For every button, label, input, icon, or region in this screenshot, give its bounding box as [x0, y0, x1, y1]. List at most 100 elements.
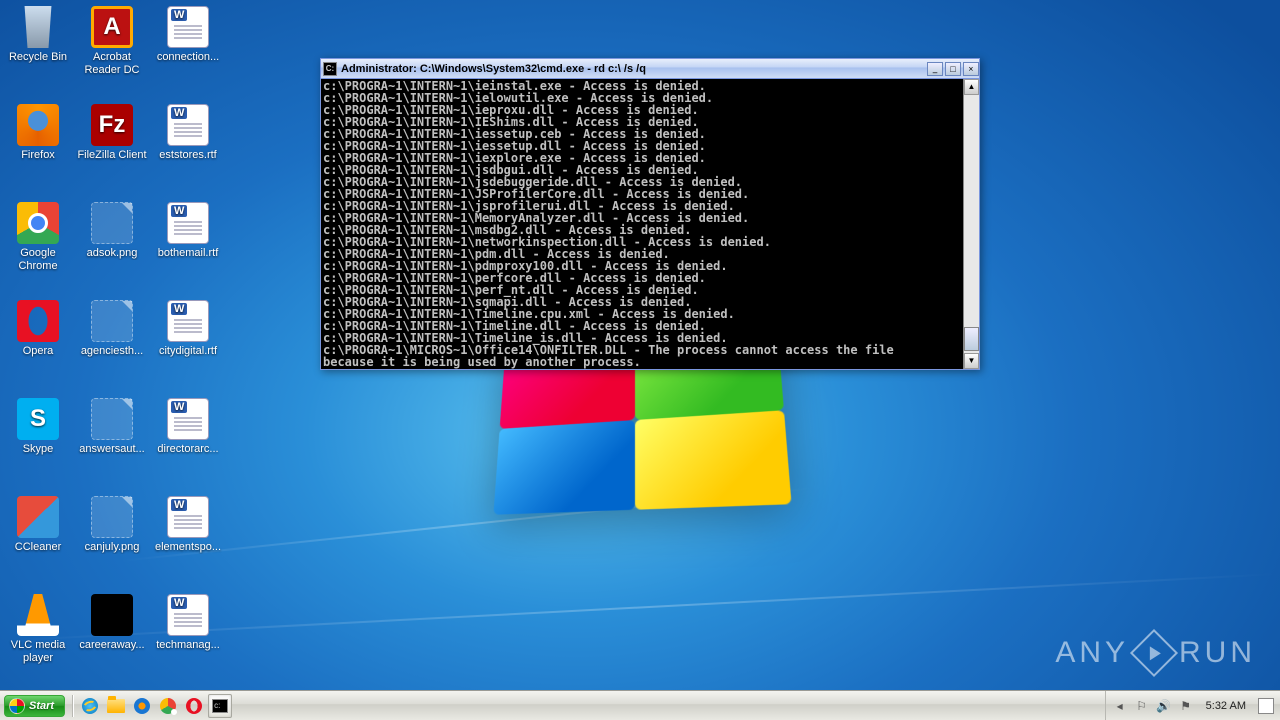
chrome-icon — [17, 202, 59, 244]
folder-icon — [107, 699, 125, 713]
desktop-icon-label: canjuly.png — [76, 541, 148, 554]
windows-orb-icon — [9, 698, 25, 714]
adsok-icon — [91, 202, 133, 244]
start-button[interactable]: Start — [4, 695, 65, 717]
desktop-icon-label: Skype — [2, 443, 74, 456]
desktop-icon-elementspo[interactable]: elementspo... — [152, 496, 224, 554]
desktop-icon-agenciesth[interactable]: agenciesth... — [76, 300, 148, 358]
wmp-icon — [134, 698, 150, 714]
opera-icon — [17, 300, 59, 342]
desktop-icon-label: Opera — [2, 345, 74, 358]
taskbar-wmp[interactable] — [130, 694, 154, 718]
scroll-up-button[interactable]: ▲ — [964, 79, 979, 95]
desktop-icon-connection[interactable]: connection... — [152, 6, 224, 64]
start-label: Start — [29, 700, 54, 712]
desktop-icon-label: Acrobat Reader DC — [76, 51, 148, 77]
elementspo-icon — [167, 496, 209, 538]
cmd-scrollbar[interactable]: ▲ ▼ — [963, 79, 979, 369]
tray-action-center-icon[interactable]: ⚐ — [1134, 698, 1150, 714]
desktop-icon-label: connection... — [152, 51, 224, 64]
cmd-title-icon: C: — [323, 62, 337, 76]
desktop-icon-citydigital[interactable]: citydigital.rtf — [152, 300, 224, 358]
agenciesth-icon — [91, 300, 133, 342]
desktop-icon-label: VLC media player — [2, 639, 74, 665]
techmanag-icon — [167, 594, 209, 636]
show-desktop-button[interactable] — [1258, 698, 1274, 714]
minimize-button[interactable]: _ — [927, 62, 943, 76]
acrobat-icon: A — [91, 6, 133, 48]
maximize-button[interactable]: □ — [945, 62, 961, 76]
connection-icon — [167, 6, 209, 48]
desktop-icon-label: Google Chrome — [2, 247, 74, 273]
desktop-icon-filezilla[interactable]: Fz FileZilla Client — [76, 104, 148, 162]
careeraway-icon — [91, 594, 133, 636]
desktop-icon-acrobat[interactable]: A Acrobat Reader DC — [76, 6, 148, 77]
tray-network-icon[interactable]: ⚑ — [1178, 698, 1194, 714]
desktop-icon-label: bothemail.rtf — [152, 247, 224, 260]
taskbar[interactable]: Start c: ◂ ⚐ 🔊 ⚑ 5:32 AM — [0, 690, 1280, 720]
scroll-thumb[interactable] — [964, 327, 979, 351]
desktop-icon-label: directorarc... — [152, 443, 224, 456]
desktop-icon-opera[interactable]: Opera — [2, 300, 74, 358]
taskbar-explorer[interactable] — [104, 694, 128, 718]
taskbar-chrome[interactable] — [156, 694, 180, 718]
desktop-icon-chrome[interactable]: Google Chrome — [2, 202, 74, 273]
desktop-icon-label: FileZilla Client — [76, 149, 148, 162]
desktop-icon-ccleaner[interactable]: CCleaner — [2, 496, 74, 554]
desktop-icon-label: agenciesth... — [76, 345, 148, 358]
close-button[interactable]: × — [963, 62, 979, 76]
desktop-icon-firefox[interactable]: Firefox — [2, 104, 74, 162]
taskbar-clock[interactable]: 5:32 AM — [1200, 700, 1252, 712]
desktop-icon-recycle-bin[interactable]: Recycle Bin — [2, 6, 74, 64]
directorarc-icon — [167, 398, 209, 440]
desktop-icon-bothemail[interactable]: bothemail.rtf — [152, 202, 224, 260]
desktop-icon-eststores[interactable]: eststores.rtf — [152, 104, 224, 162]
chrome-icon — [160, 698, 176, 714]
desktop-icon-label: techmanag... — [152, 639, 224, 652]
desktop-icon-directorarc[interactable]: directorarc... — [152, 398, 224, 456]
opera-icon — [186, 698, 202, 714]
ie-icon — [82, 698, 98, 714]
system-tray[interactable]: ◂ ⚐ 🔊 ⚑ 5:32 AM — [1105, 691, 1280, 720]
desktop-icon-techmanag[interactable]: techmanag... — [152, 594, 224, 652]
cmd-titlebar[interactable]: C: Administrator: C:\Windows\System32\cm… — [321, 59, 979, 79]
skype-icon: S — [17, 398, 59, 440]
desktop-icon-answersaut[interactable]: answersaut... — [76, 398, 148, 456]
desktop-icon-label: answersaut... — [76, 443, 148, 456]
desktop-icon-label: adsok.png — [76, 247, 148, 260]
taskbar-cmd[interactable]: c: — [208, 694, 232, 718]
vlc-icon — [17, 594, 59, 636]
scroll-track[interactable] — [964, 95, 979, 353]
cmd-title-text: Administrator: C:\Windows\System32\cmd.e… — [341, 63, 646, 75]
taskbar-opera[interactable] — [182, 694, 206, 718]
desktop-icon-careeraway[interactable]: careeraway... — [76, 594, 148, 652]
tray-expand-icon[interactable]: ◂ — [1112, 698, 1128, 714]
desktop-icon-skype[interactable]: S Skype — [2, 398, 74, 456]
answersaut-icon — [91, 398, 133, 440]
desktop-icon-label: citydigital.rtf — [152, 345, 224, 358]
ccleaner-icon — [17, 496, 59, 538]
canjuly-icon — [91, 496, 133, 538]
tray-volume-icon[interactable]: 🔊 — [1156, 698, 1172, 714]
filezilla-icon: Fz — [91, 104, 133, 146]
desktop-icon-label: elementspo... — [152, 541, 224, 554]
cmd-icon: c: — [212, 699, 228, 713]
desktop-icon-label: careeraway... — [76, 639, 148, 652]
scroll-down-button[interactable]: ▼ — [964, 353, 979, 369]
desktop-icon-label: Firefox — [2, 149, 74, 162]
desktop-icon-label: CCleaner — [2, 541, 74, 554]
cmd-output: c:\PROGRA~1\INTERN~1\ieinstal.exe - Acce… — [321, 79, 963, 369]
taskbar-ie[interactable] — [78, 694, 102, 718]
recycle-bin-icon — [17, 6, 59, 48]
eststores-icon — [167, 104, 209, 146]
desktop-icon-adsok[interactable]: adsok.png — [76, 202, 148, 260]
desktop-icon-label: eststores.rtf — [152, 149, 224, 162]
bothemail-icon — [167, 202, 209, 244]
taskbar-separator — [72, 695, 74, 717]
desktop-icon-label: Recycle Bin — [2, 51, 74, 64]
firefox-icon — [17, 104, 59, 146]
desktop-icon-canjuly[interactable]: canjuly.png — [76, 496, 148, 554]
cmd-window[interactable]: C: Administrator: C:\Windows\System32\cm… — [320, 58, 980, 370]
desktop-icon-vlc[interactable]: VLC media player — [2, 594, 74, 665]
citydigital-icon — [167, 300, 209, 342]
